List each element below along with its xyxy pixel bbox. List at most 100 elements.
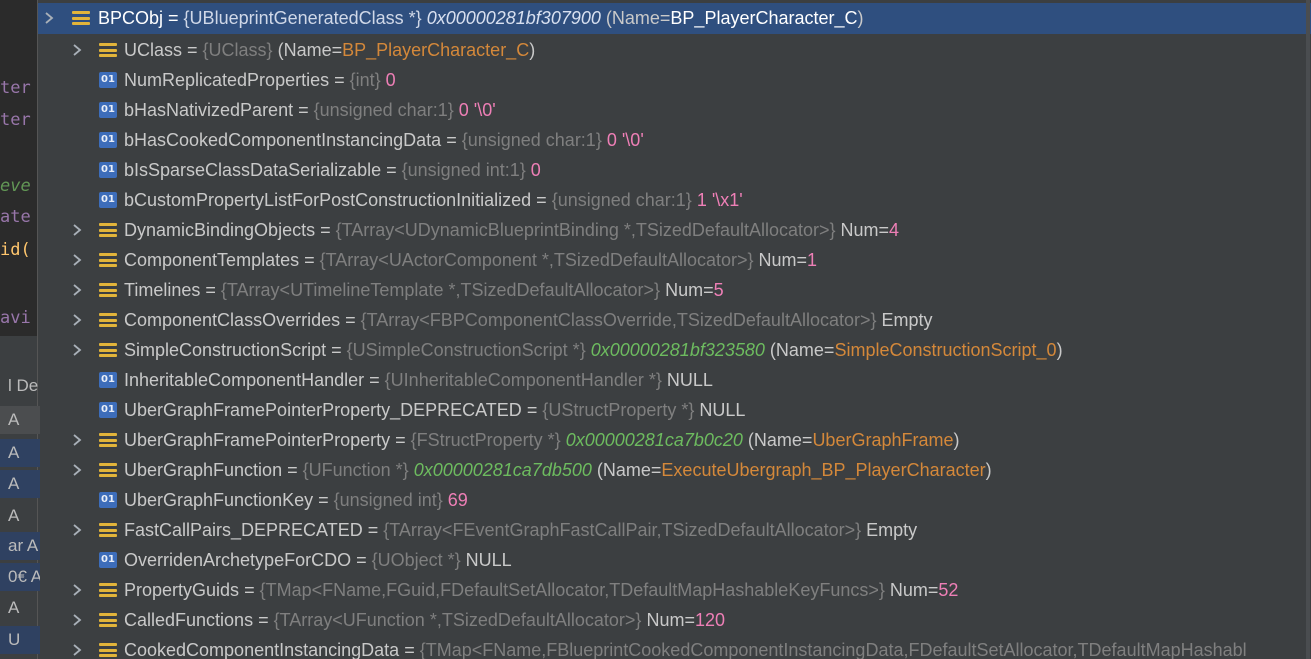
field-01-icon: 01 bbox=[99, 132, 117, 148]
chevron-right-icon[interactable] bbox=[70, 515, 84, 545]
variable-row[interactable]: CalledFunctions = {TArray<UFunction *,TS… bbox=[38, 605, 1311, 635]
variable-value: 69 bbox=[447, 490, 468, 510]
field-01-icon: 01 bbox=[99, 492, 117, 508]
count-value: 4 bbox=[889, 220, 900, 240]
popup-scrollbar[interactable] bbox=[1305, 0, 1311, 659]
count-label: Num= bbox=[889, 580, 939, 600]
variable-name: OverridenArchetypeForCDO bbox=[124, 550, 352, 570]
equals-sign: = bbox=[163, 8, 184, 28]
chevron-right-icon[interactable] bbox=[70, 425, 84, 455]
left-panel-item[interactable]: U bbox=[0, 626, 40, 654]
left-panel-item[interactable]: ar A bbox=[0, 532, 40, 560]
variable-row-bpcobj[interactable]: BPCObj = {UBlueprintGeneratedClass *} 0x… bbox=[38, 3, 1311, 34]
variable-value: NULL bbox=[666, 370, 713, 390]
variable-content: bHasNativizedParent = {unsigned char:1} … bbox=[124, 100, 496, 120]
variable-name: UClass bbox=[124, 40, 183, 60]
variable-row[interactable]: CookedComponentInstancingData = {TMap<FN… bbox=[38, 635, 1311, 659]
field-01-icon: 01 bbox=[99, 102, 117, 118]
left-panel-item[interactable]: 0€ A bbox=[0, 563, 40, 591]
variable-row[interactable]: Timelines = {TArray<UTimelineTemplate *,… bbox=[38, 275, 1311, 305]
chevron-right-icon[interactable] bbox=[70, 245, 84, 275]
variable-value: 1 '\x1' bbox=[696, 190, 743, 210]
variable-value: 0 bbox=[385, 70, 396, 90]
variable-type: {USimpleConstructionScript *} bbox=[346, 340, 586, 360]
name-value: BP_PlayerCharacter_C bbox=[342, 40, 530, 60]
variable-row[interactable]: UberGraphFramePointerProperty = {FStruct… bbox=[38, 425, 1311, 455]
chevron-right-icon[interactable] bbox=[42, 3, 56, 33]
variable-row[interactable]: 01 NumReplicatedProperties = {int} 0 bbox=[38, 65, 1311, 95]
address-value: 0x00000281ca7db500 bbox=[413, 460, 592, 480]
variable-value: 0 bbox=[530, 160, 541, 180]
variable-content: SimpleConstructionScript = {USimpleConst… bbox=[124, 340, 1063, 360]
code-fragment: ter bbox=[0, 110, 31, 130]
variable-content: UberGraphFunction = {UFunction *} 0x0000… bbox=[124, 460, 992, 480]
struct-icon bbox=[99, 642, 117, 658]
count-label: Num= bbox=[646, 610, 695, 630]
variable-row[interactable]: 01 InheritableComponentHandler = {UInheri… bbox=[38, 365, 1311, 395]
variable-name: bHasCookedComponentInstancingData bbox=[124, 130, 442, 150]
variable-type: {TMap<FName,FBlueprintCookedComponentIns… bbox=[419, 640, 1247, 659]
variable-type: {TArray<UDynamicBlueprintBinding *,TSize… bbox=[335, 220, 836, 240]
chevron-right-icon[interactable] bbox=[70, 335, 84, 365]
variable-row[interactable]: ComponentTemplates = {TArray<UActorCompo… bbox=[38, 245, 1311, 275]
variable-row[interactable]: DynamicBindingObjects = {TArray<UDynamic… bbox=[38, 215, 1311, 245]
variable-value: Empty bbox=[866, 520, 918, 540]
chevron-right-icon[interactable] bbox=[70, 35, 84, 65]
address-value: 0x00000281ca7b0c20 bbox=[565, 430, 743, 450]
variable-name: bCustomPropertyListForPostConstructionIn… bbox=[124, 190, 532, 210]
code-fragment: ate bbox=[0, 207, 31, 227]
variable-name: CalledFunctions bbox=[124, 610, 254, 630]
count-value: 5 bbox=[713, 280, 724, 300]
left-panel-item[interactable]: A bbox=[0, 594, 40, 622]
field-01-icon: 01 bbox=[99, 372, 117, 388]
variable-content: Timelines = {TArray<UTimelineTemplate *,… bbox=[124, 280, 724, 300]
debugger-variable-popup[interactable]: BPCObj = {UBlueprintGeneratedClass *} 0x… bbox=[37, 0, 1311, 659]
variable-type: {UInheritableComponentHandler *} bbox=[384, 370, 662, 390]
variable-row[interactable]: 01 OverridenArchetypeForCDO = {UObject *}… bbox=[38, 545, 1311, 575]
variable-type: {UObject *} bbox=[371, 550, 461, 570]
left-panel-item[interactable]: A bbox=[0, 502, 40, 530]
variable-type: {TArray<UTimelineTemplate *,TSizedDefaul… bbox=[220, 280, 661, 300]
variable-row[interactable]: 01 bIsSparseClassDataSerializable = {unsi… bbox=[38, 155, 1311, 185]
left-panel-item[interactable]: l De bbox=[0, 372, 40, 400]
chevron-right-icon[interactable] bbox=[70, 635, 84, 659]
left-panel-item[interactable]: A bbox=[0, 470, 40, 498]
variable-content: PropertyGuids = {TMap<FName,FGuid,FDefau… bbox=[124, 580, 959, 600]
struct-icon bbox=[99, 462, 117, 478]
chevron-right-icon[interactable] bbox=[70, 275, 84, 305]
variable-row[interactable]: 01 bCustomPropertyListForPostConstruction… bbox=[38, 185, 1311, 215]
variable-value: NULL bbox=[465, 550, 512, 570]
variable-type: {unsigned int} bbox=[333, 490, 443, 510]
chevron-right-icon[interactable] bbox=[70, 575, 84, 605]
field-01-icon: 01 bbox=[99, 192, 117, 208]
variable-row[interactable]: SimpleConstructionScript = {USimpleConst… bbox=[38, 335, 1311, 365]
variable-name: UberGraphFramePointerProperty bbox=[124, 430, 391, 450]
variable-row[interactable]: ComponentClassOverrides = {TArray<FBPCom… bbox=[38, 305, 1311, 335]
variable-content: BPCObj = {UBlueprintGeneratedClass *} 0x… bbox=[98, 8, 864, 28]
variable-content: InheritableComponentHandler = {UInherita… bbox=[124, 370, 713, 390]
variable-row[interactable]: 01 UberGraphFramePointerProperty_DEPRECAT… bbox=[38, 395, 1311, 425]
variable-type: {TArray<FEventGraphFastCallPair,TSizedDe… bbox=[383, 520, 862, 540]
variable-content: DynamicBindingObjects = {TArray<UDynamic… bbox=[124, 220, 900, 240]
variable-row[interactable]: 01 bHasCookedComponentInstancingData = {u… bbox=[38, 125, 1311, 155]
variable-name: Timelines bbox=[124, 280, 201, 300]
left-panel-item[interactable]: A bbox=[0, 439, 40, 467]
variable-value: NULL bbox=[699, 400, 746, 420]
struct-icon bbox=[99, 522, 117, 538]
variable-type: {UClass} bbox=[202, 40, 273, 60]
chevron-right-icon[interactable] bbox=[70, 305, 84, 335]
variable-name: UberGraphFunctionKey bbox=[124, 490, 314, 510]
variable-row[interactable]: FastCallPairs_DEPRECATED = {TArray<FEven… bbox=[38, 515, 1311, 545]
variable-row[interactable]: PropertyGuids = {TMap<FName,FGuid,FDefau… bbox=[38, 575, 1311, 605]
variable-type: {UStructProperty *} bbox=[542, 400, 695, 420]
chevron-right-icon[interactable] bbox=[70, 215, 84, 245]
variable-row[interactable]: 01 bHasNativizedParent = {unsigned char:1… bbox=[38, 95, 1311, 125]
variable-row[interactable]: UClass = {UClass} (Name=BP_PlayerCharact… bbox=[38, 35, 1311, 65]
left-panel-item[interactable]: A bbox=[0, 406, 40, 434]
variable-row[interactable]: UberGraphFunction = {UFunction *} 0x0000… bbox=[38, 455, 1311, 485]
variable-content: bIsSparseClassDataSerializable = {unsign… bbox=[124, 160, 541, 180]
struct-icon bbox=[99, 612, 117, 628]
chevron-right-icon[interactable] bbox=[70, 605, 84, 635]
variable-row[interactable]: 01 UberGraphFunctionKey = {unsigned int} … bbox=[38, 485, 1311, 515]
chevron-right-icon[interactable] bbox=[70, 455, 84, 485]
